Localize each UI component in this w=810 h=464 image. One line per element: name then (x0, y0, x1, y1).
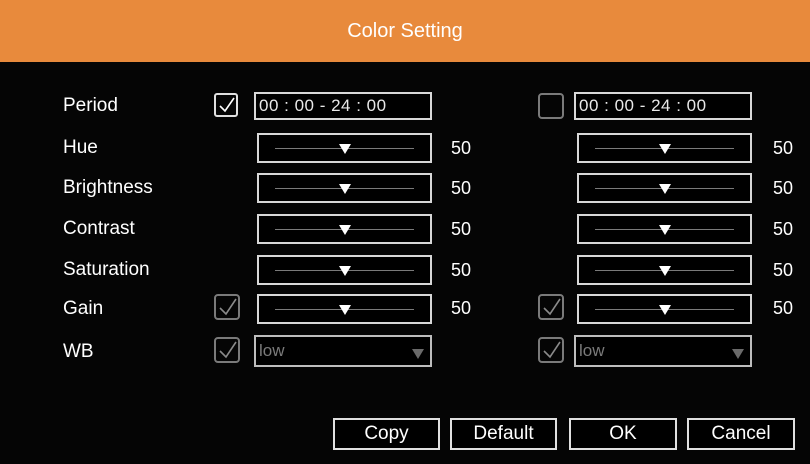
checkmark-icon (219, 97, 235, 113)
right-saturation-value: 50 (773, 260, 794, 280)
slider-thumb-icon[interactable] (658, 305, 671, 315)
left-period-time-input[interactable]: 00 : 00 - 24 : 00 (254, 92, 432, 120)
title-bar: Color Setting (0, 0, 810, 62)
left-contrast-value: 50 (451, 219, 472, 239)
right-gain-slider[interactable] (577, 294, 752, 324)
right-period-time-input[interactable]: 00 : 00 - 24 : 00 (574, 92, 752, 120)
brightness-label: Brightness (63, 177, 153, 198)
slider-thumb-icon[interactable] (658, 184, 671, 194)
period-label: Period (63, 95, 118, 116)
left-hue-slider[interactable] (257, 133, 432, 163)
left-brightness-slider[interactable] (257, 173, 432, 203)
right-period-time-value: 00 : 00 - 24 : 00 (579, 96, 707, 115)
slider-thumb-icon[interactable] (338, 305, 351, 315)
cancel-button[interactable]: Cancel (687, 418, 795, 450)
wb-label: WB (63, 341, 94, 362)
checkmark-icon (219, 341, 237, 359)
window-title: Color Setting (347, 20, 463, 42)
right-hue-slider[interactable] (577, 133, 752, 163)
left-saturation-value: 50 (451, 260, 472, 280)
right-wb-select[interactable]: low (574, 335, 752, 367)
default-button[interactable]: Default (450, 418, 557, 450)
slider-thumb-icon[interactable] (658, 266, 671, 276)
right-saturation-slider[interactable] (577, 255, 752, 285)
left-gain-value: 50 (451, 298, 472, 318)
right-wb-checkbox[interactable] (538, 337, 564, 363)
right-contrast-slider[interactable] (577, 214, 752, 244)
copy-button[interactable]: Copy (333, 418, 440, 450)
slider-thumb-icon[interactable] (338, 184, 351, 194)
dropdown-arrow-icon[interactable] (412, 349, 424, 359)
left-saturation-slider[interactable] (257, 255, 432, 285)
checkmark-icon (543, 298, 561, 316)
right-gain-value: 50 (773, 298, 794, 318)
right-contrast-value: 50 (773, 219, 794, 239)
left-contrast-slider[interactable] (257, 214, 432, 244)
checkmark-icon (543, 341, 561, 359)
right-hue-value: 50 (773, 138, 794, 158)
slider-thumb-icon[interactable] (658, 144, 671, 154)
right-period-checkbox[interactable] (538, 93, 564, 119)
right-brightness-value: 50 (773, 178, 794, 198)
left-gain-slider[interactable] (257, 294, 432, 324)
dropdown-arrow-icon[interactable] (732, 349, 744, 359)
left-wb-selected-value: low (259, 341, 285, 360)
saturation-label: Saturation (63, 259, 150, 280)
left-brightness-value: 50 (451, 178, 472, 198)
right-wb-selected-value: low (579, 341, 605, 360)
slider-thumb-icon[interactable] (338, 225, 351, 235)
contrast-label: Contrast (63, 218, 135, 239)
right-brightness-slider[interactable] (577, 173, 752, 203)
left-wb-checkbox[interactable] (214, 337, 240, 363)
hue-label: Hue (63, 137, 98, 158)
right-gain-checkbox[interactable] (538, 294, 564, 320)
ok-button[interactable]: OK (569, 418, 677, 450)
slider-thumb-icon[interactable] (338, 144, 351, 154)
gain-label: Gain (63, 298, 104, 319)
slider-thumb-icon[interactable] (658, 225, 671, 235)
checkmark-icon (219, 298, 237, 316)
left-wb-select[interactable]: low (254, 335, 432, 367)
left-period-time-value: 00 : 00 - 24 : 00 (259, 96, 387, 115)
left-hue-value: 50 (451, 138, 472, 158)
left-period-checkbox[interactable] (214, 93, 238, 117)
slider-thumb-icon[interactable] (338, 266, 351, 276)
left-gain-checkbox[interactable] (214, 294, 240, 320)
